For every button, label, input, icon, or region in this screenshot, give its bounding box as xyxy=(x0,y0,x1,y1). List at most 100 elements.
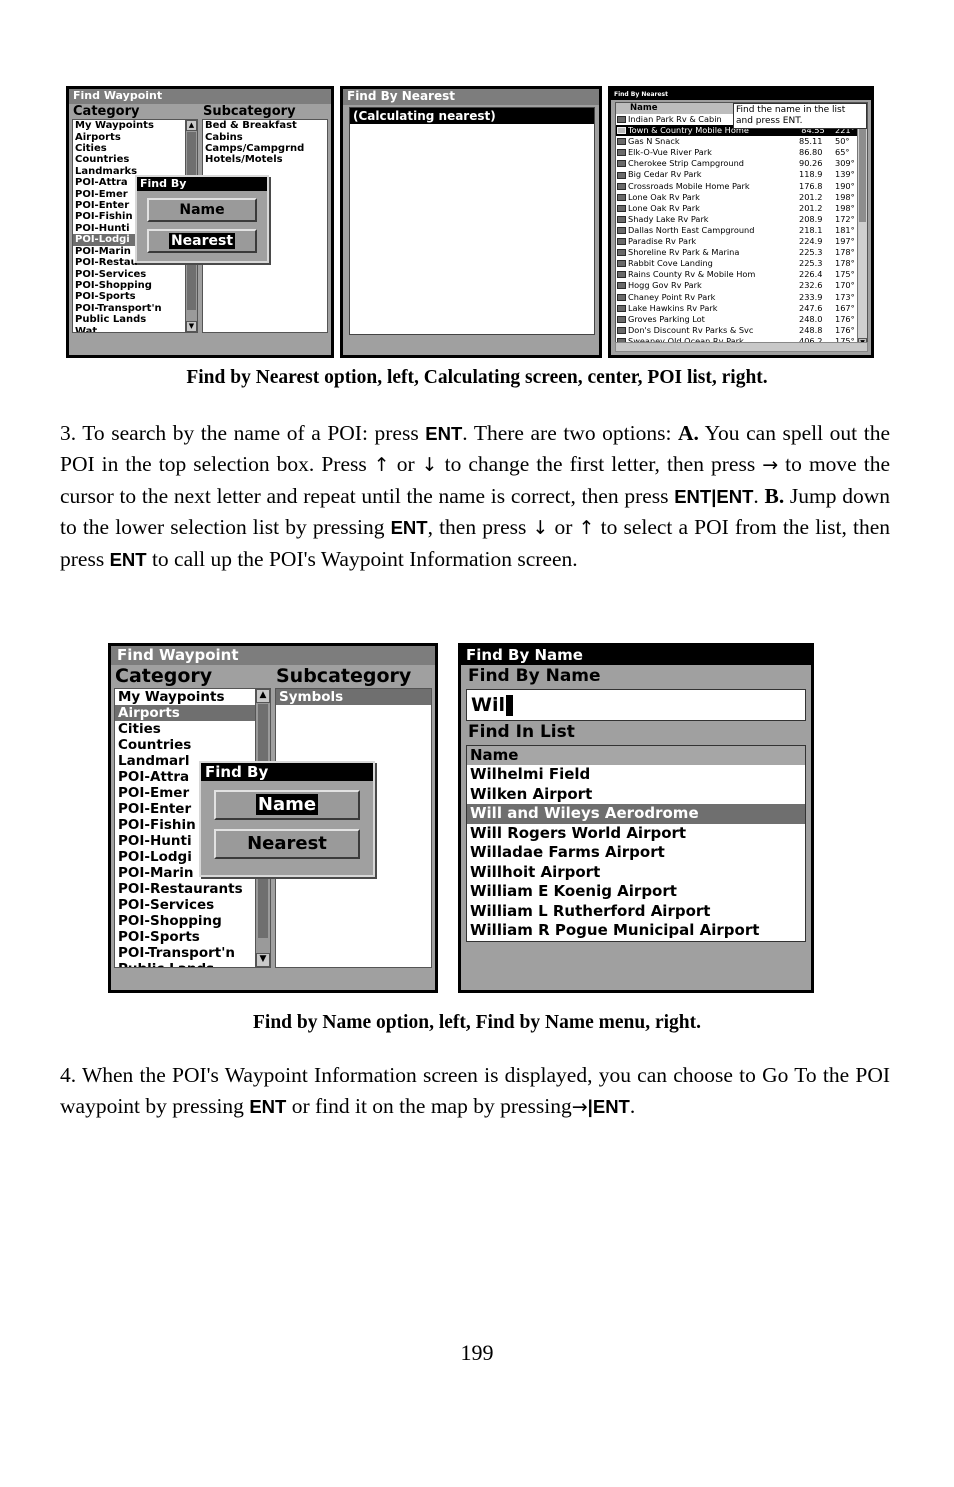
table-row[interactable]: Lone Oak Rv Park 201.2 198° xyxy=(616,203,867,214)
figure-group-name: Find Waypoint Category My Waypoints Airpo… xyxy=(108,643,814,993)
find-by-title: Find By xyxy=(137,177,267,191)
key-ent: ENT xyxy=(592,1096,630,1117)
poi-name: Lone Oak Rv Park xyxy=(628,202,700,213)
find-by-nearest-button[interactable]: Nearest xyxy=(214,829,360,859)
poi-marker-icon xyxy=(617,182,626,190)
list-item[interactable]: Camps/Campgrnd xyxy=(203,143,327,154)
poi-distance: 201.2 xyxy=(799,202,823,213)
list-item[interactable]: My Waypoints xyxy=(73,120,197,131)
find-by-dialog: Find By Name Nearest xyxy=(199,761,375,877)
key-ent: ENT xyxy=(390,517,428,538)
table-row[interactable]: Rains County Rv & Mobile Hom 226.4 175° xyxy=(616,269,867,280)
table-row[interactable]: Chaney Point Rv Park 233.9 173° xyxy=(616,292,867,303)
paragraph-step-3: 3. To search by the name of a POI: press… xyxy=(60,418,890,575)
poi-scroll-thumb[interactable] xyxy=(859,114,866,222)
list-item[interactable]: Cabins xyxy=(203,132,327,143)
list-item[interactable]: POI-Transport'n xyxy=(115,945,270,961)
poi-distance: 248.0 xyxy=(799,313,823,324)
poi-list-panel[interactable]: Name Find the name in the list and press… xyxy=(615,102,868,348)
list-item[interactable]: Wat xyxy=(73,326,197,333)
list-item[interactable]: Will Rogers World Airport xyxy=(467,824,805,844)
arrow-up-icon: ↑ xyxy=(578,517,595,539)
find-by-nearest-button[interactable]: Nearest xyxy=(147,229,257,253)
list-item[interactable]: Symbols xyxy=(276,689,431,706)
list-item[interactable]: Willhoit Airport xyxy=(467,863,805,883)
table-row[interactable]: Groves Parking Lot 248.0 176° xyxy=(616,314,867,325)
scroll-down-icon[interactable]: ▼ xyxy=(256,953,270,968)
list-item[interactable]: POI-Sports xyxy=(115,929,270,945)
key-ent: ENT xyxy=(716,486,754,507)
list-item[interactable]: Wilken Airport xyxy=(467,785,805,805)
list-item[interactable]: Bed & Breakfast xyxy=(203,120,327,131)
table-row[interactable]: Crossroads Mobile Home Park 176.8 190° xyxy=(616,181,867,192)
arrow-up-icon: ↑ xyxy=(373,454,390,476)
list-item[interactable]: POI-Restaurants xyxy=(115,881,270,897)
poi-scrollbar[interactable]: ▼ xyxy=(857,114,867,347)
list-item[interactable]: Public Lands xyxy=(73,314,197,325)
arrow-down-icon: ↓ xyxy=(421,454,438,476)
find-in-list[interactable]: Name Wilhelmi Field Wilken Airport Will an… xyxy=(466,745,806,942)
search-input[interactable]: Wil xyxy=(466,689,806,721)
list-item[interactable]: Public Lands xyxy=(115,961,270,967)
table-row[interactable]: Rabbit Cove Landing 225.3 178° xyxy=(616,258,867,269)
poi-name: Elk-O-Vue River Park xyxy=(628,147,712,158)
table-row[interactable]: Lone Oak Rv Park 201.2 198° xyxy=(616,192,867,203)
table-row[interactable]: Gas N Snack 85.11 50° xyxy=(616,136,867,147)
table-row[interactable]: Hogg Gov Rv Park 232.6 170° xyxy=(616,280,867,291)
table-row[interactable]: Lake Hawkins Rv Park 247.6 167° xyxy=(616,303,867,314)
poi-marker-icon xyxy=(617,193,626,201)
list-item[interactable]: POI-Services xyxy=(115,897,270,913)
list-item[interactable]: POI-Shopping xyxy=(73,280,197,291)
table-row[interactable]: Cherokee Strip Campground 90.26 309° xyxy=(616,158,867,169)
poi-distance: 201.2 xyxy=(799,191,823,202)
find-by-dialog: Find By Name Nearest xyxy=(135,175,269,263)
scroll-down-icon[interactable]: ▼ xyxy=(186,321,197,333)
calculating-panel: (Calculating nearest) xyxy=(349,106,595,335)
table-row[interactable]: Don's Discount Rv Parks & Svc 248.8 176° xyxy=(616,325,867,336)
poi-marker-icon xyxy=(617,304,626,312)
category-header: Category xyxy=(73,103,140,119)
arrow-right-icon: → xyxy=(571,1096,588,1118)
list-item[interactable]: Wilhelmi Field xyxy=(467,765,805,785)
scroll-up-icon[interactable]: ▲ xyxy=(256,689,270,704)
list-item[interactable]: William L Rutherford Airport xyxy=(467,902,805,922)
list-item[interactable]: William E Koenig Airport xyxy=(467,882,805,902)
list-item[interactable]: Willadae Farms Airport xyxy=(467,843,805,863)
list-item[interactable]: POI-Transport'n xyxy=(73,303,197,314)
find-by-name-button[interactable]: Name xyxy=(214,790,360,820)
table-row[interactable]: Elk-O-Vue River Park 86.80 65° xyxy=(616,147,867,158)
table-row[interactable]: Big Cedar Rv Park 118.9 139° xyxy=(616,169,867,180)
table-row[interactable]: Shoreline Rv Park & Marina 225.3 178° xyxy=(616,247,867,258)
list-item[interactable]: POI-Services xyxy=(73,269,197,280)
find-by-name-button[interactable]: Name xyxy=(147,198,257,222)
list-item[interactable]: Cities xyxy=(73,143,197,154)
list-item[interactable]: William R Pogue Municipal Airport xyxy=(467,921,805,941)
list-item[interactable]: Airports xyxy=(115,705,270,722)
list-column-header: Name xyxy=(467,746,805,765)
list-item[interactable]: Countries xyxy=(73,154,197,165)
list-item[interactable]: Cities xyxy=(115,721,270,737)
list-item[interactable]: Airports xyxy=(73,132,197,143)
list-item[interactable]: POI-Shopping xyxy=(115,913,270,929)
poi-status-bar xyxy=(615,342,868,352)
screen-title: Find By Nearest xyxy=(343,89,599,105)
poi-name: Groves Parking Lot xyxy=(628,313,705,324)
poi-tooltip: Find the name in the list and press ENT. xyxy=(733,103,867,129)
arrow-right-icon: → xyxy=(762,454,779,476)
poi-distance: 225.3 xyxy=(799,258,823,269)
list-item[interactable]: Will and Wileys Aerodrome xyxy=(467,804,805,824)
list-item[interactable]: Hotels/Motels xyxy=(203,154,327,165)
list-item[interactable]: POI-Sports xyxy=(73,291,197,302)
table-row[interactable]: Paradise Rv Park 224.9 197° xyxy=(616,236,867,247)
poi-name: Hogg Gov Rv Park xyxy=(628,280,702,291)
table-row[interactable]: Dallas North East Campground 218.1 181° xyxy=(616,225,867,236)
subcategory-header: Subcategory xyxy=(203,103,296,119)
table-row[interactable]: Shady Lake Rv Park 208.9 172° xyxy=(616,214,867,225)
list-item[interactable]: Countries xyxy=(115,737,270,753)
screen-title: Find Waypoint xyxy=(111,646,435,666)
screenshot-find-waypoint-name: Find Waypoint Category My Waypoints Airpo… xyxy=(108,643,438,993)
poi-distance: 224.9 xyxy=(799,236,823,247)
scroll-up-icon[interactable]: ▲ xyxy=(186,120,197,132)
poi-distance: 233.9 xyxy=(799,291,823,302)
list-item[interactable]: My Waypoints xyxy=(115,689,270,705)
